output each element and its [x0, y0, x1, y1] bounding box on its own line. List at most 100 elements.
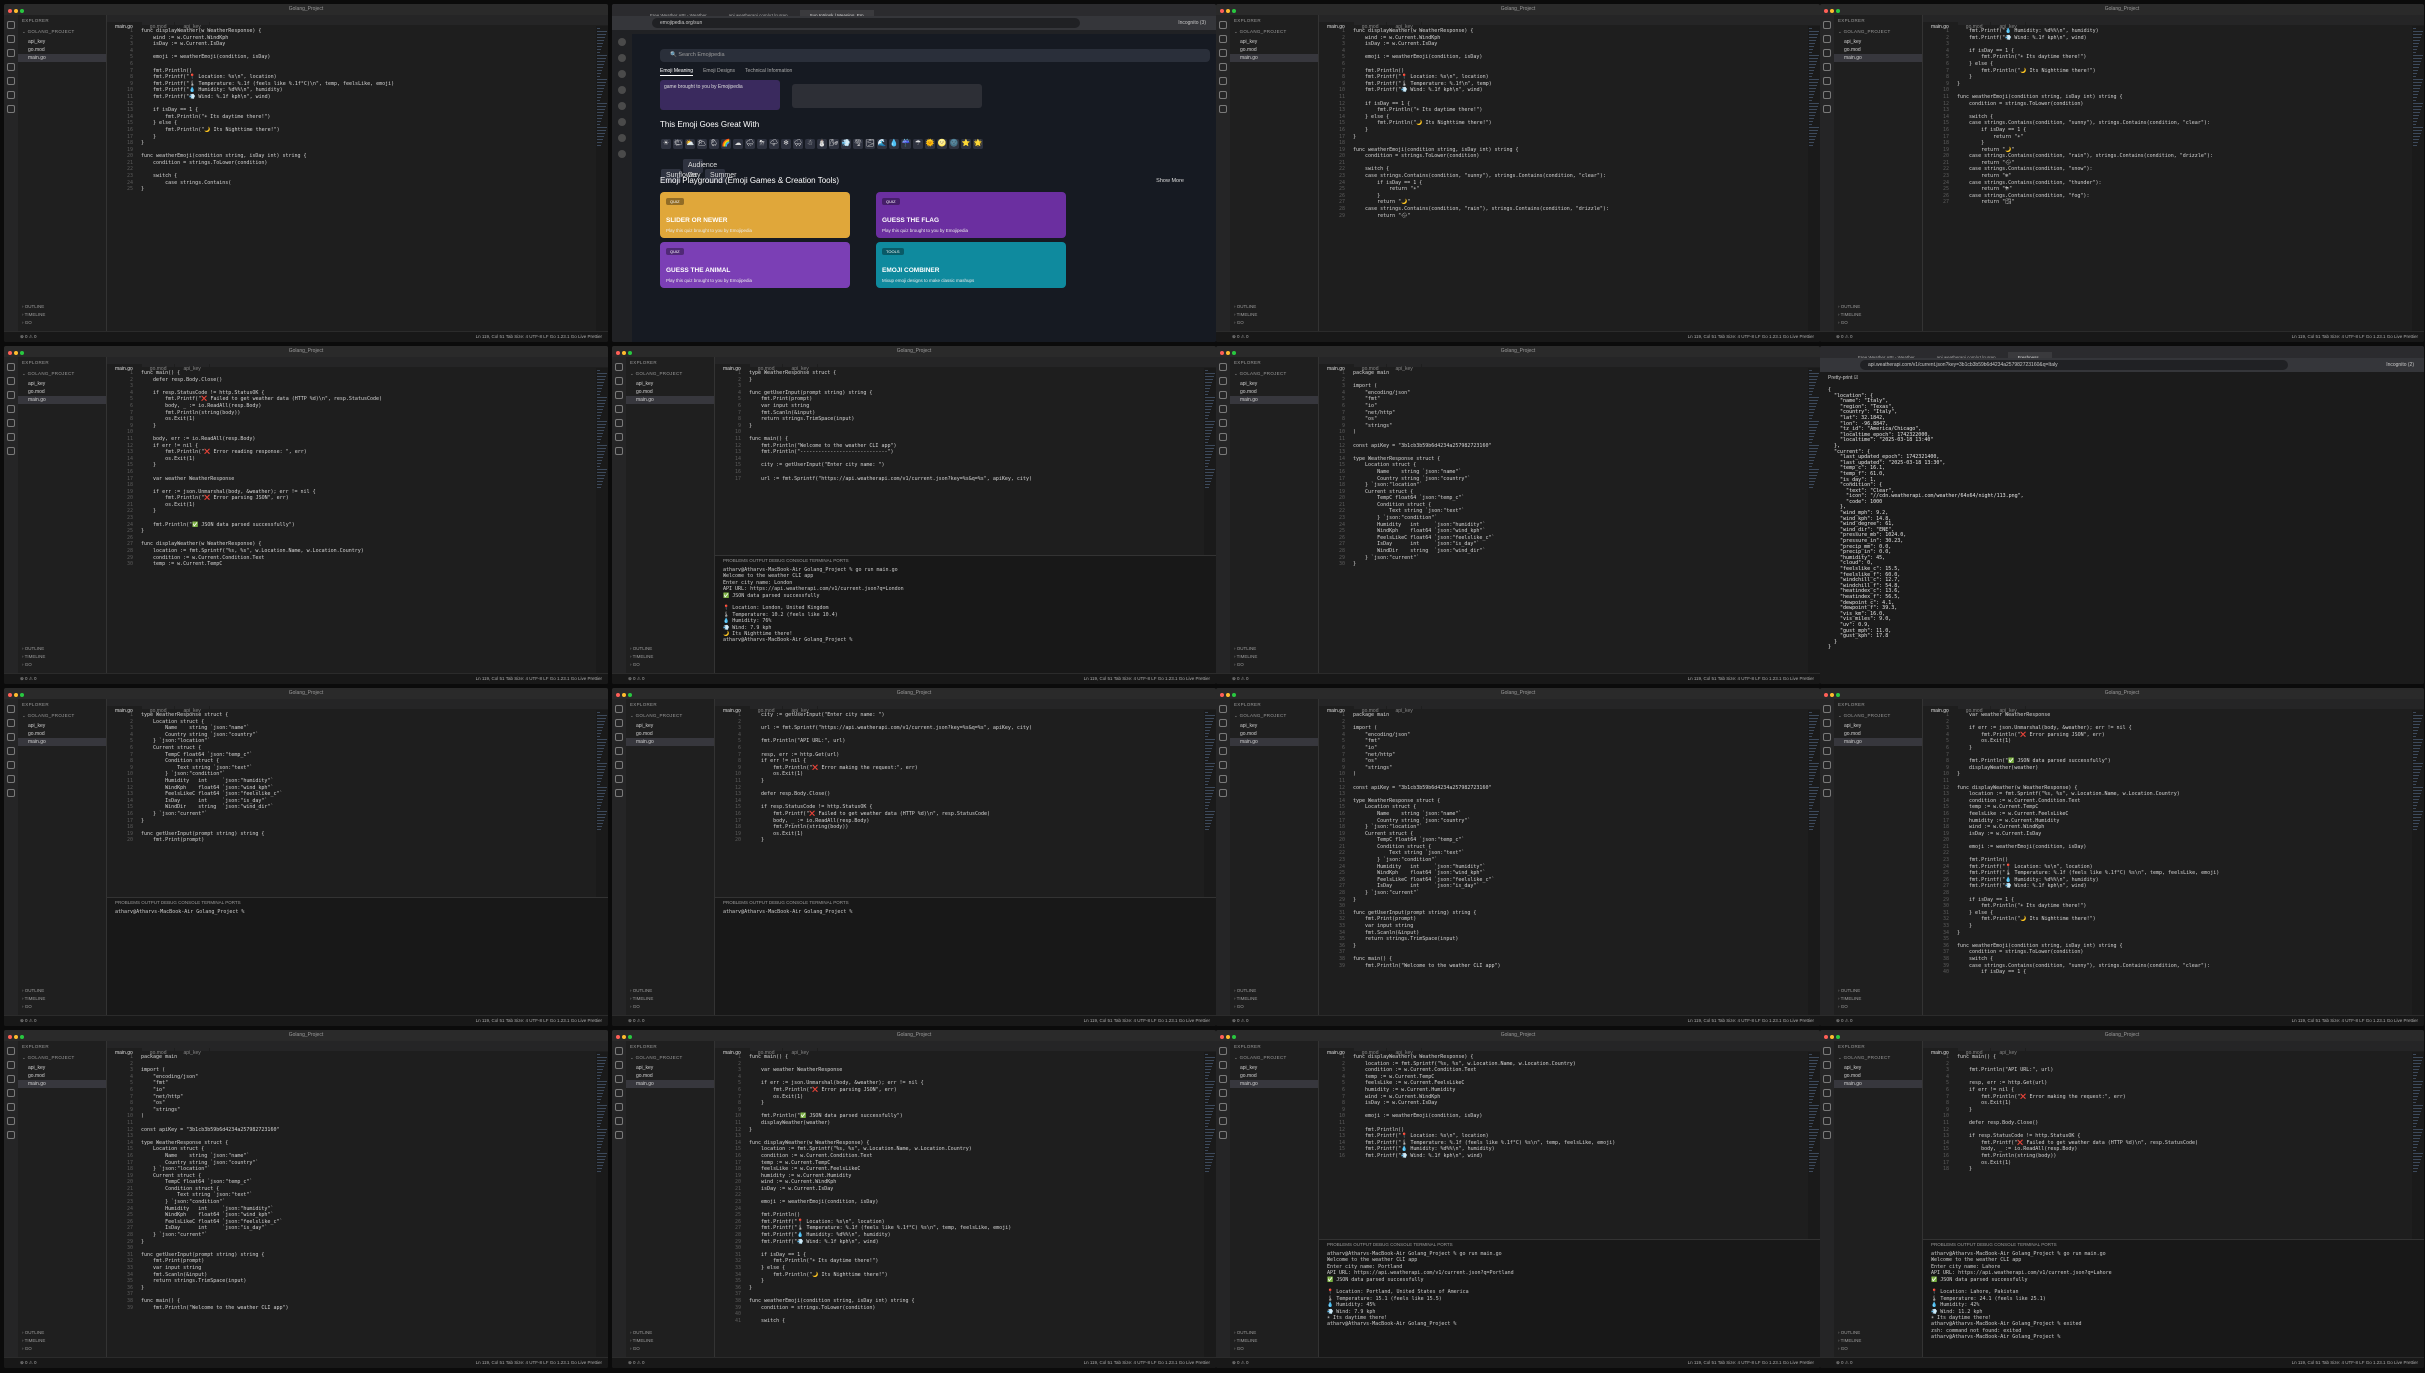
timeline-section[interactable]: › TIMELINE [1834, 995, 1930, 1002]
files-icon[interactable] [615, 363, 623, 371]
source-control-icon[interactable] [7, 391, 15, 399]
project-folder[interactable]: ⌄ GOLANG_PROJECT [1834, 710, 1922, 722]
source-control-icon[interactable] [1823, 1075, 1831, 1083]
timeline-section[interactable]: › TIMELINE [1230, 653, 1326, 660]
timeline-section[interactable]: › TIMELINE [18, 311, 114, 318]
account-icon[interactable] [7, 91, 15, 99]
files-icon[interactable] [1823, 21, 1831, 29]
source-control-icon[interactable] [7, 733, 15, 741]
run-debug-icon[interactable] [1823, 1089, 1831, 1097]
window-dot[interactable] [1232, 1035, 1236, 1039]
outline-section[interactable]: › OUTLINE [1834, 987, 1930, 994]
go-section[interactable]: › GO [1230, 1003, 1326, 1010]
window-dot[interactable] [622, 351, 626, 355]
source-control-icon[interactable] [1219, 733, 1227, 741]
extensions-icon[interactable] [1823, 761, 1831, 769]
account-icon[interactable] [615, 433, 623, 441]
run-debug-icon[interactable] [7, 405, 15, 413]
timeline-section[interactable]: › TIMELINE [626, 653, 722, 660]
go-section[interactable]: › GO [1230, 1345, 1326, 1352]
outline-section[interactable]: › OUTLINE [626, 645, 722, 652]
gear-icon[interactable] [1823, 105, 1831, 113]
window-dot[interactable] [622, 693, 626, 697]
file-item-api_key[interactable]: api_key [18, 722, 106, 730]
file-item-go-mod[interactable]: go.mod [18, 730, 106, 738]
file-item-api_key[interactable]: api_key [626, 1064, 714, 1072]
timeline-section[interactable]: › TIMELINE [18, 653, 114, 660]
file-item-go-mod[interactable]: go.mod [1834, 1072, 1922, 1080]
pretty-print-toggle[interactable]: Pretty-print ☑ [1820, 372, 2424, 384]
source-control-icon[interactable] [1219, 391, 1227, 399]
rail-icon[interactable] [618, 102, 626, 110]
minimap[interactable] [1808, 368, 1820, 674]
emoji-chip[interactable]: 🌨 [793, 139, 803, 149]
go-section[interactable]: › GO [1230, 661, 1326, 668]
code-editor[interactable]: 1 func displayWeather(w WeatherResponse) … [107, 26, 596, 332]
window-dot[interactable] [628, 1035, 632, 1039]
gear-icon[interactable] [1219, 447, 1227, 455]
project-folder[interactable]: ⌄ GOLANG_PROJECT [626, 368, 714, 380]
run-debug-icon[interactable] [1219, 747, 1227, 755]
file-item-go-mod[interactable]: go.mod [1834, 46, 1922, 54]
emoji-chip[interactable]: 🌟 [973, 139, 983, 149]
file-item-main-go[interactable]: main.go [1834, 54, 1922, 62]
code-editor[interactable]: 1 fmt.Printf("💧 Humidity: %d%%\n", humid… [1923, 26, 2412, 332]
go-section[interactable]: › GO [626, 661, 722, 668]
window-dot[interactable] [1226, 9, 1230, 13]
source-control-icon[interactable] [1219, 1075, 1227, 1083]
file-item-main-go[interactable]: main.go [1834, 1080, 1922, 1088]
file-item-api_key[interactable]: api_key [1230, 380, 1318, 388]
window-dot[interactable] [14, 693, 18, 697]
window-dot[interactable] [1220, 351, 1224, 355]
search-icon[interactable] [1823, 35, 1831, 43]
search-icon[interactable] [1219, 35, 1227, 43]
window-dot[interactable] [1824, 1035, 1828, 1039]
project-folder[interactable]: ⌄ GOLANG_PROJECT [626, 1052, 714, 1064]
extensions-icon[interactable] [615, 419, 623, 427]
emoji-chip[interactable]: 💨 [841, 139, 851, 149]
timeline-section[interactable]: › TIMELINE [626, 995, 722, 1002]
go-section[interactable]: › GO [626, 1345, 722, 1352]
emoji-chip[interactable]: 🌈 [721, 139, 731, 149]
file-item-main-go[interactable]: main.go [626, 1080, 714, 1088]
emoji-chip[interactable]: 🌤 [673, 139, 683, 149]
window-dot[interactable] [1226, 693, 1230, 697]
window-dot[interactable] [8, 1035, 12, 1039]
go-section[interactable]: › GO [18, 1345, 114, 1352]
status-problems[interactable]: ⊗ 0 ⚠ 0 [1232, 674, 1249, 684]
incognito-badge[interactable]: Incognito (3) [1178, 18, 1206, 28]
files-icon[interactable] [1219, 705, 1227, 713]
window-dot[interactable] [1836, 9, 1840, 13]
rail-icon[interactable] [618, 118, 626, 126]
window-dot[interactable] [628, 693, 632, 697]
file-item-go-mod[interactable]: go.mod [626, 388, 714, 396]
terminal-panel[interactable]: PROBLEMS OUTPUT DEBUG CONSOLE TERMINAL P… [715, 555, 1216, 674]
go-section[interactable]: › GO [626, 1003, 722, 1010]
window-dot[interactable] [1830, 1035, 1834, 1039]
emoji-chip[interactable]: 🌊 [877, 139, 887, 149]
emoji-chip[interactable]: 🌬 [829, 139, 839, 149]
emoji-chip[interactable]: ⛈ [757, 139, 767, 149]
gear-icon[interactable] [1219, 1131, 1227, 1139]
project-folder[interactable]: ⌄ GOLANG_PROJECT [1834, 1052, 1922, 1064]
go-section[interactable]: › GO [1834, 1345, 1930, 1352]
outline-section[interactable]: › OUTLINE [1230, 645, 1326, 652]
emoji-chip[interactable]: ☀ [661, 139, 671, 149]
window-dot[interactable] [1226, 351, 1230, 355]
gear-icon[interactable] [7, 1131, 15, 1139]
account-icon[interactable] [1823, 91, 1831, 99]
window-dot[interactable] [1220, 9, 1224, 13]
terminal-panel[interactable]: PROBLEMS OUTPUT DEBUG CONSOLE TERMINAL P… [1923, 1239, 2424, 1358]
minimap[interactable] [596, 368, 608, 674]
file-item-api_key[interactable]: api_key [18, 1064, 106, 1072]
timeline-section[interactable]: › TIMELINE [1230, 995, 1326, 1002]
run-debug-icon[interactable] [615, 405, 623, 413]
file-item-main-go[interactable]: main.go [1834, 738, 1922, 746]
account-icon[interactable] [1823, 1117, 1831, 1125]
emoji-chip[interactable]: 🌚 [949, 139, 959, 149]
terminal-panel[interactable]: PROBLEMS OUTPUT DEBUG CONSOLE TERMINAL P… [107, 897, 608, 1016]
emoji-chip[interactable]: 🌥 [697, 139, 707, 149]
status-problems[interactable]: ⊗ 0 ⚠ 0 [20, 1358, 37, 1368]
extensions-icon[interactable] [1219, 419, 1227, 427]
status-problems[interactable]: ⊗ 0 ⚠ 0 [20, 674, 37, 684]
